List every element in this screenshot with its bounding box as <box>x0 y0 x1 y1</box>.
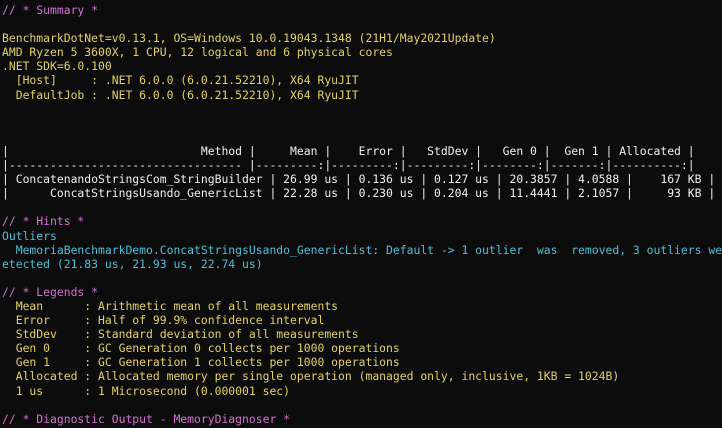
legends-header: // * Legends * <box>2 284 99 299</box>
table-row: | ConcatStringsUsando_GenericList | 22.2… <box>2 186 716 201</box>
legend-line: Gen 1 : GC Generation 1 collects per 100… <box>2 355 400 370</box>
legend-line: Gen 0 : GC Generation 0 collects per 100… <box>2 341 400 356</box>
legend-line: Error : Half of 99.9% confidence interva… <box>2 313 325 328</box>
env-line: DefaultJob : .NET 6.0.0 (6.0.21.52210), … <box>2 87 359 102</box>
hints-line: etected (21.83 us, 21.93 us, 22.74 us) <box>2 256 263 271</box>
summary-header: // * Summary * <box>2 3 99 17</box>
legend-line: Mean : Arithmetic mean of all measuremen… <box>2 298 339 313</box>
hints-line: Outliers <box>2 228 57 243</box>
env-line: .NET SDK=6.0.100 <box>2 59 112 74</box>
legend-line: 1 us : 1 Microsecond (0.000001 sec) <box>2 383 291 398</box>
results-table: | Method | Mean | Error | StdDev | Gen 0… <box>2 144 722 200</box>
table-row: | ConcatenandoStringsCom_StringBuilder |… <box>2 172 716 187</box>
table-separator: |---------------------------------- |---… <box>2 158 695 173</box>
table-header: | Method | Mean | Error | StdDev | Gen 0… <box>2 143 695 158</box>
legend-line: StdDev : Standard deviation of all measu… <box>2 327 359 342</box>
env-line: AMD Ryzen 5 3600X, 1 CPU, 12 logical and… <box>2 45 393 60</box>
legend-line: Allocated : Allocated memory per single … <box>2 369 620 384</box>
hints-header: // * Hints * <box>2 214 85 229</box>
env-line: BenchmarkDotNet=v0.13.1, OS=Windows 10.0… <box>2 31 496 46</box>
terminal-output[interactable]: // * Summary * BenchmarkDotNet=v0.13.1, … <box>0 0 722 426</box>
env-line: [Host] : .NET 6.0.0 (6.0.21.52210), X64 … <box>2 73 359 88</box>
diagnostic-header: // * Diagnostic Output - MemoryDiagnoser… <box>2 411 291 426</box>
hints-line: MemoriaBenchmarkDemo.ConcatStringsUsando… <box>2 242 722 257</box>
